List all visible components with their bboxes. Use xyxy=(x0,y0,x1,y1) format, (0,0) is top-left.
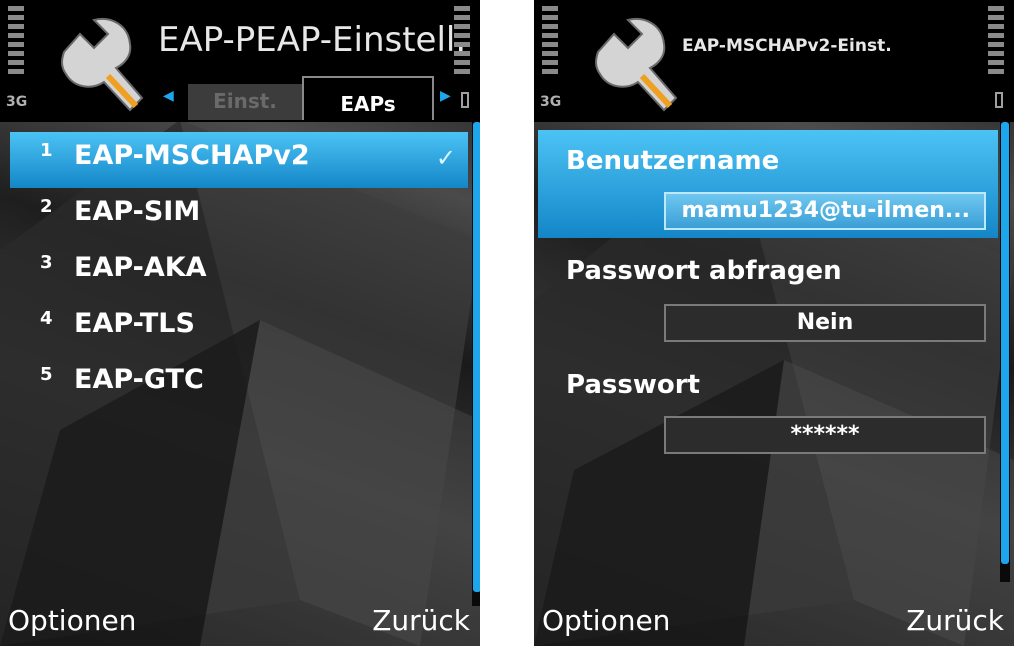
item-number: 1 xyxy=(40,140,53,161)
list-item-eap-aka[interactable]: 3 EAP-AKA xyxy=(10,244,468,300)
battery-icon xyxy=(995,92,1003,108)
setting-label: Passwort xyxy=(566,370,700,400)
list-item-eap-sim[interactable]: 2 EAP-SIM xyxy=(10,188,468,244)
tab-right-arrow-icon[interactable]: ▶ xyxy=(440,88,451,104)
scrollbar-thumb[interactable] xyxy=(473,122,480,592)
tab-left-arrow-icon[interactable]: ◀ xyxy=(163,88,174,104)
network-indicator: 3G xyxy=(540,94,562,110)
item-label: EAP-TLS xyxy=(74,308,195,339)
page-title: EAP-MSCHAPv2-Einst. xyxy=(682,36,892,56)
scrollbar-thumb[interactable] xyxy=(1001,122,1009,564)
title-bar: 3G EAP-MSCHAPv2-Einst. xyxy=(534,0,1014,122)
battery-icon xyxy=(461,92,469,108)
wrench-icon xyxy=(61,18,144,112)
item-number: 4 xyxy=(40,308,53,329)
page-title: EAP-PEAP-Einstell. xyxy=(158,20,467,60)
mschapv2-settings-screen: 3G EAP-MSCHAPv2-Einst. Benutzername mamu… xyxy=(534,0,1014,646)
item-number: 5 xyxy=(40,364,53,385)
wrench-icon xyxy=(595,18,678,112)
item-number: 3 xyxy=(40,252,53,273)
item-label: EAP-GTC xyxy=(74,364,204,395)
password-field[interactable]: ****** xyxy=(664,416,986,454)
setting-passwort[interactable]: Passwort ****** xyxy=(538,360,998,466)
back-softkey[interactable]: Zurück xyxy=(372,604,470,637)
item-label: EAP-SIM xyxy=(74,196,201,227)
back-softkey[interactable]: Zurück xyxy=(906,604,1004,637)
check-icon: ✓ xyxy=(435,144,456,172)
options-softkey[interactable]: Optionen xyxy=(542,604,670,637)
prompt-password-field[interactable]: Nein xyxy=(664,304,986,342)
signal-strength-icon xyxy=(8,6,24,78)
eap-list-screen: 3G EAP-PEAP-Einstell. ◀ Einst. EAPs ▶ 1 … xyxy=(0,0,480,646)
item-label: EAP-MSCHAPv2 xyxy=(74,140,310,171)
item-label: EAP-AKA xyxy=(74,252,207,283)
setting-passwort-abfragen[interactable]: Passwort abfragen Nein xyxy=(538,246,998,352)
tab-eaps[interactable]: EAPs xyxy=(302,76,434,120)
list-item-eap-gtc[interactable]: 5 EAP-GTC xyxy=(10,356,468,412)
network-indicator: 3G xyxy=(6,94,28,110)
list-item-eap-mschapv2[interactable]: 1 EAP-MSCHAPv2 ✓ xyxy=(10,132,468,188)
item-number: 2 xyxy=(40,196,53,217)
setting-benutzername[interactable]: Benutzername mamu1234@tu-ilmen... xyxy=(538,130,998,238)
title-bar: 3G EAP-PEAP-Einstell. ◀ Einst. EAPs ▶ xyxy=(0,0,480,122)
signal-strength-icon xyxy=(542,6,558,78)
setting-label: Benutzername xyxy=(566,146,780,176)
username-field[interactable]: mamu1234@tu-ilmen... xyxy=(664,192,986,230)
tab-einst[interactable]: Einst. xyxy=(188,84,302,120)
options-softkey[interactable]: Optionen xyxy=(8,604,136,637)
battery-level-icon xyxy=(454,6,470,78)
scrollbar[interactable] xyxy=(472,122,480,606)
battery-level-icon xyxy=(988,6,1004,78)
list-item-eap-tls[interactable]: 4 EAP-TLS xyxy=(10,300,468,356)
setting-label: Passwort abfragen xyxy=(566,256,842,286)
scrollbar[interactable] xyxy=(1000,122,1010,582)
